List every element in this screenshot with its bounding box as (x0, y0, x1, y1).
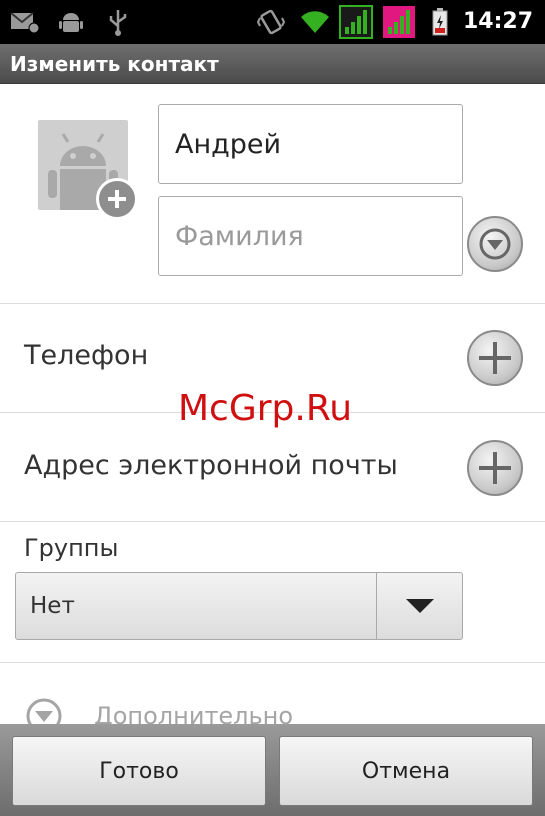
first-name-field[interactable]: Андрей (158, 104, 463, 184)
contact-photo-button[interactable] (38, 120, 138, 220)
wifi-icon (298, 0, 332, 44)
clock: 14:27 (462, 9, 533, 34)
first-name-value: Андрей (175, 128, 282, 160)
status-bar: 14:27 (0, 0, 545, 44)
add-email-button[interactable] (467, 440, 523, 496)
plus-icon (479, 342, 511, 374)
last-name-field[interactable]: Фамилия (158, 196, 463, 276)
groups-selected-value: Нет (30, 593, 75, 619)
signal-icon (338, 0, 374, 44)
usb-icon (104, 0, 132, 44)
cancel-button[interactable]: Отмена (279, 736, 533, 806)
last-name-placeholder: Фамилия (175, 220, 304, 252)
add-phone-button[interactable] (467, 330, 523, 386)
divider (0, 521, 545, 522)
bottom-bar: Готово Отмена (0, 724, 545, 816)
more-fields-label: Дополнительно (94, 702, 294, 724)
email-label: Адрес электронной почты (24, 450, 398, 481)
plus-icon (479, 452, 511, 484)
vibrate-icon (256, 0, 286, 44)
page-title: Изменить контакт (10, 52, 219, 76)
edit-contact-form: Андрей Фамилия Телефон Адрес электронной… (0, 84, 545, 724)
battery-charging-icon (428, 0, 452, 44)
done-button[interactable]: Готово (12, 736, 266, 806)
divider (0, 303, 545, 304)
dropdown-arrow-icon (376, 573, 462, 639)
chevron-down-icon (479, 228, 511, 260)
expand-icon (26, 698, 62, 724)
add-photo-icon (96, 178, 138, 220)
android-debug-icon (56, 0, 86, 44)
more-fields-row[interactable]: Дополнительно (24, 696, 293, 724)
mail-icon (8, 0, 42, 44)
watermark: McGrp.Ru (178, 388, 353, 429)
groups-label: Группы (24, 534, 119, 562)
divider (0, 662, 545, 663)
groups-select[interactable]: Нет (15, 572, 463, 640)
expand-name-button[interactable] (467, 216, 523, 272)
title-bar: Изменить контакт (0, 44, 545, 84)
phone-label: Телефон (24, 340, 149, 371)
signal-icon (381, 0, 417, 44)
